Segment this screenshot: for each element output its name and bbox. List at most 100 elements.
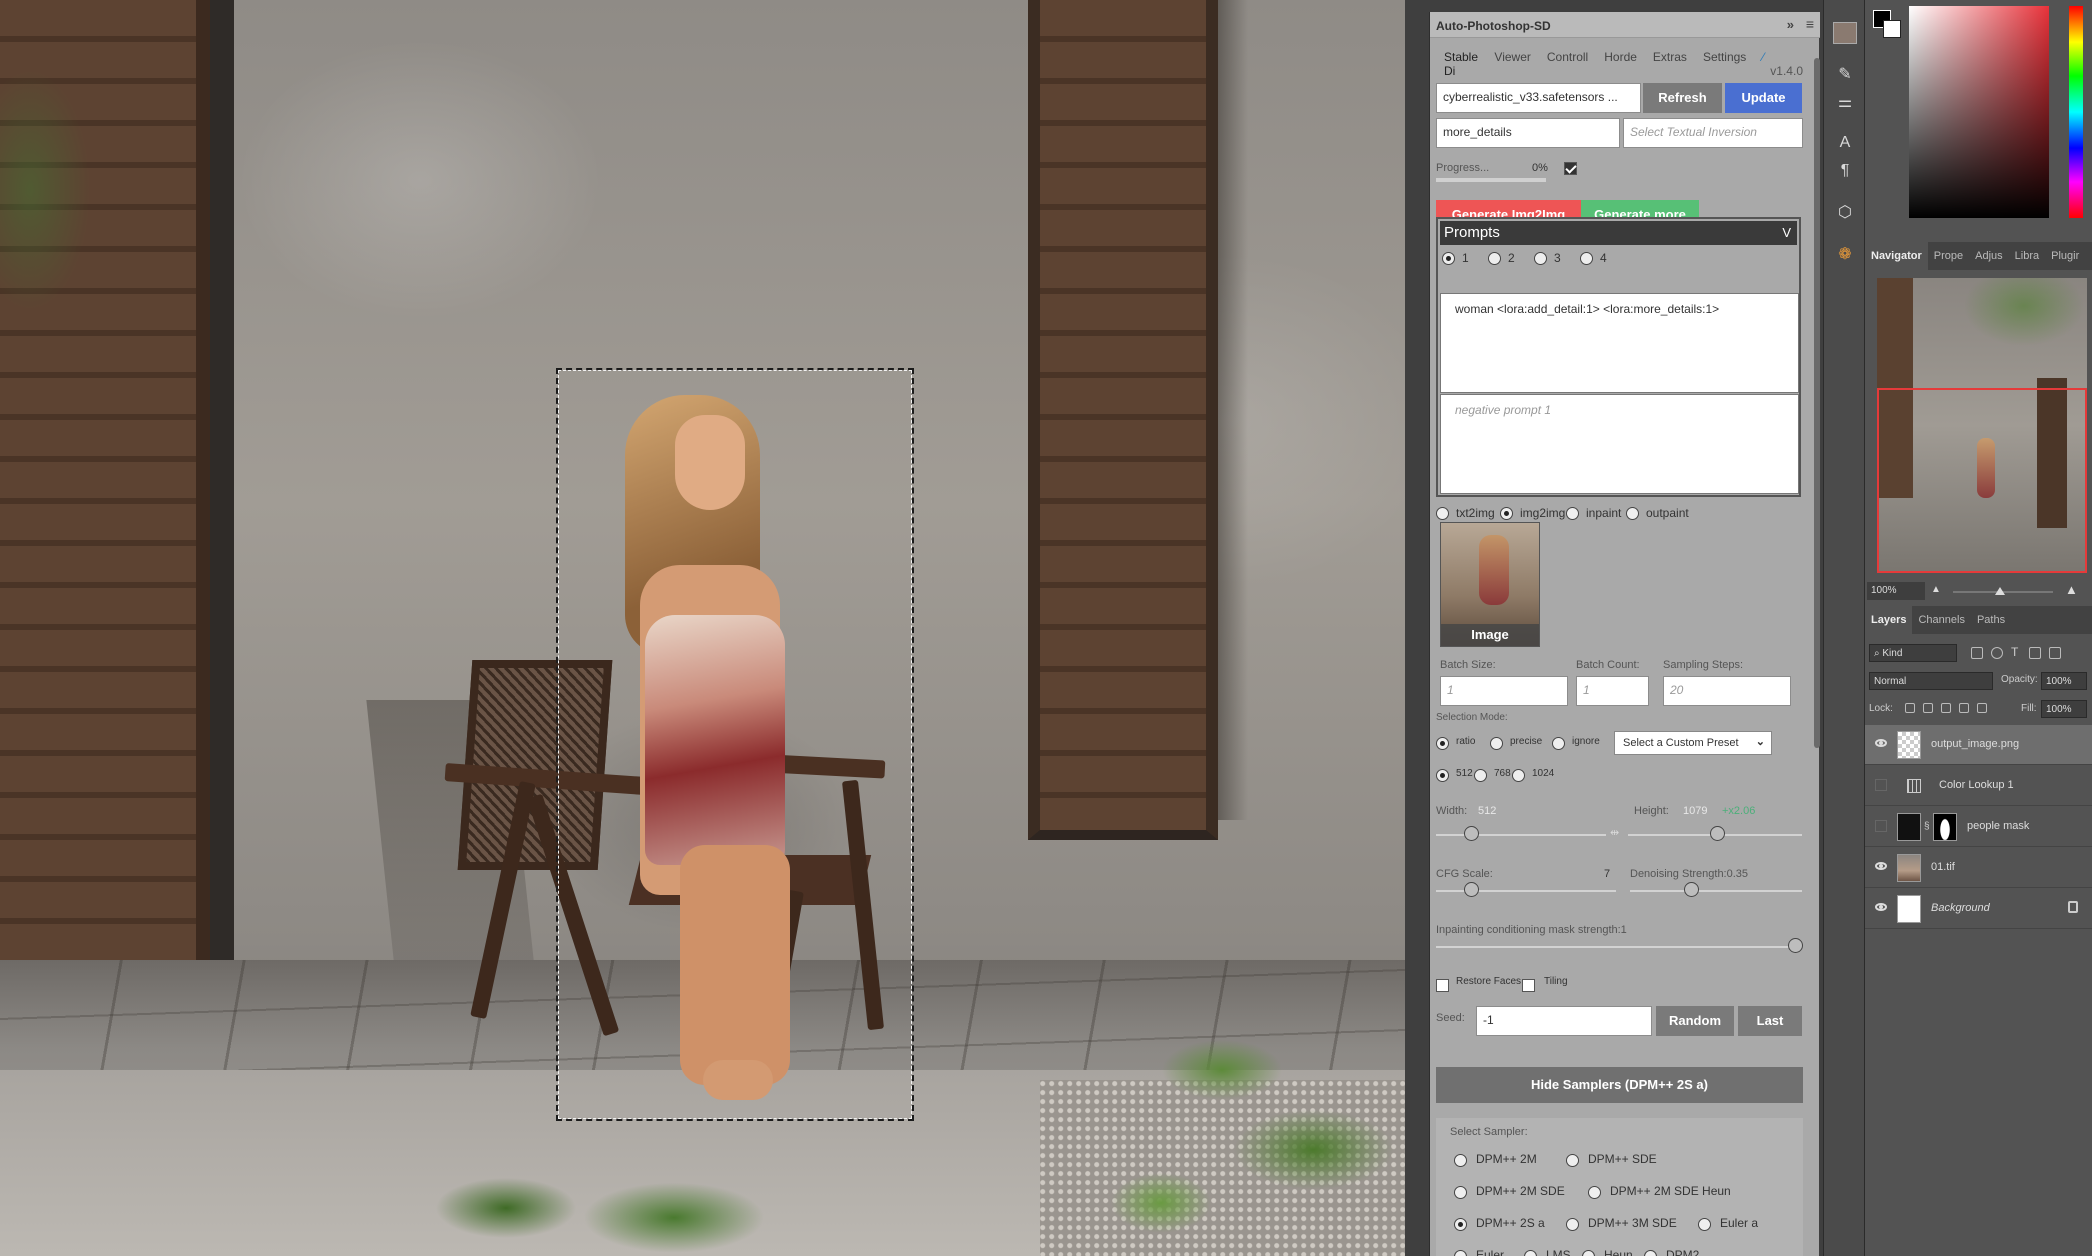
- 3d-cube-icon[interactable]: ⬡: [1833, 202, 1857, 224]
- mode-outpaint-radio[interactable]: [1626, 507, 1639, 520]
- tab-settings[interactable]: Settings: [1695, 46, 1754, 86]
- type-filter-icon[interactable]: T: [2011, 645, 2018, 659]
- lock-all-icon[interactable]: [1977, 703, 1987, 713]
- sampler-dpmpp-3m-sde-radio[interactable]: [1566, 1218, 1579, 1231]
- selection-precise-radio[interactable]: [1490, 737, 1503, 750]
- visibility-empty-box[interactable]: [1875, 779, 1887, 791]
- mask-strength-track[interactable]: [1436, 946, 1796, 948]
- selection-ignore-radio[interactable]: [1552, 737, 1565, 750]
- update-button[interactable]: Update: [1725, 83, 1802, 113]
- sampler-dpmpp-2m-radio[interactable]: [1454, 1154, 1467, 1167]
- zoom-slider-knob[interactable]: [1995, 587, 2005, 595]
- hide-samplers-button[interactable]: Hide Samplers (DPM++ 2S a): [1436, 1067, 1803, 1103]
- link-dimensions-icon[interactable]: ⇹: [1610, 826, 1619, 839]
- sampler-lms-radio[interactable]: [1524, 1250, 1537, 1256]
- custom-preset-select[interactable]: Select a Custom Preset ⌄: [1614, 731, 1772, 755]
- zoom-input[interactable]: 100%: [1867, 582, 1925, 600]
- refresh-button[interactable]: Refresh: [1643, 83, 1722, 113]
- sampler-dpmpp-sde-radio[interactable]: [1566, 1154, 1579, 1167]
- plugin-palette-icon[interactable]: ❁: [1833, 244, 1857, 266]
- panel-menu-icon[interactable]: ≡: [1806, 16, 1814, 32]
- layer-row[interactable]: Color Lookup 1: [1865, 766, 2092, 806]
- prompts-toggle[interactable]: V: [1782, 225, 1791, 240]
- sampling-steps-input[interactable]: 20: [1663, 676, 1791, 706]
- visibility-eye-icon[interactable]: [1875, 862, 1887, 870]
- mode-txt2img-radio[interactable]: [1436, 507, 1449, 520]
- model-select[interactable]: cyberrealistic_v33.safetensors ...: [1436, 83, 1641, 113]
- mode-img2img-radio[interactable]: [1500, 507, 1513, 520]
- lock-transparency-icon[interactable]: [1905, 703, 1915, 713]
- lock-icon[interactable]: [2068, 901, 2078, 913]
- denoise-slider-track[interactable]: [1630, 890, 1802, 892]
- prompt-slot-2-radio[interactable]: [1488, 252, 1501, 265]
- sampler-euler-radio[interactable]: [1454, 1250, 1467, 1256]
- document-canvas[interactable]: [0, 0, 1405, 1256]
- batch-size-input[interactable]: 1: [1440, 676, 1568, 706]
- sampler-heun-radio[interactable]: [1582, 1250, 1595, 1256]
- size-1024-radio[interactable]: [1512, 769, 1525, 782]
- collapse-icon[interactable]: »: [1787, 17, 1794, 32]
- height-slider-knob[interactable]: [1710, 826, 1725, 841]
- fill-input[interactable]: 100%: [2041, 700, 2087, 718]
- layer-row[interactable]: § people mask: [1865, 807, 2092, 847]
- visibility-eye-icon[interactable]: [1875, 739, 1887, 747]
- background-color-swatch[interactable]: [1883, 20, 1901, 38]
- sampler-dpmpp-2m-sde-heun-radio[interactable]: [1588, 1186, 1601, 1199]
- random-seed-button[interactable]: Random: [1656, 1006, 1734, 1036]
- adjustment-filter-icon[interactable]: [1991, 647, 2003, 659]
- hue-slider[interactable]: [2069, 6, 2083, 218]
- layer-kind-filter[interactable]: ⌕ Kind: [1869, 644, 1957, 662]
- tab-properties[interactable]: Prope: [1928, 242, 1969, 270]
- textual-inversion-select[interactable]: Select Textual Inversion: [1623, 118, 1803, 148]
- size-768-radio[interactable]: [1474, 769, 1487, 782]
- layer-row[interactable]: 01.tif: [1865, 848, 2092, 888]
- prompts-header[interactable]: Prompts V: [1440, 221, 1797, 245]
- cfg-slider-knob[interactable]: [1464, 882, 1479, 897]
- tab-viewer[interactable]: Viewer: [1486, 46, 1538, 86]
- tiling-checkbox[interactable]: [1522, 979, 1535, 992]
- tab-controlnet[interactable]: Controll: [1539, 46, 1596, 86]
- chain-link-icon[interactable]: §: [1924, 821, 1930, 832]
- layer-row[interactable]: Background: [1865, 889, 2092, 929]
- cfg-slider-track[interactable]: [1436, 890, 1616, 892]
- lora-select[interactable]: more_details: [1436, 118, 1620, 148]
- tab-adjustments[interactable]: Adjus: [1969, 242, 2009, 270]
- zoom-out-icon[interactable]: ▲: [1931, 584, 1941, 595]
- prompt-slot-4-radio[interactable]: [1580, 252, 1593, 265]
- init-image-thumbnail[interactable]: Image: [1440, 522, 1540, 647]
- prompt-slot-3-radio[interactable]: [1534, 252, 1547, 265]
- tab-stable-diffusion[interactable]: Stable Di: [1436, 46, 1487, 86]
- positive-prompt-textarea[interactable]: woman <lora:add_detail:1> <lora:more_det…: [1440, 293, 1799, 393]
- zoom-in-icon[interactable]: ▲: [2065, 582, 2078, 597]
- tab-libraries[interactable]: Libra: [2009, 242, 2045, 270]
- tab-extras[interactable]: Extras: [1645, 46, 1695, 86]
- marquee-selection[interactable]: [556, 368, 914, 1121]
- layer-row[interactable]: output_image.png: [1865, 725, 2092, 765]
- character-icon[interactable]: A: [1833, 132, 1857, 154]
- tab-navigator[interactable]: Navigator: [1865, 242, 1928, 270]
- opacity-input[interactable]: 100%: [2041, 672, 2087, 690]
- smart-object-filter-icon[interactable]: [2049, 647, 2061, 659]
- color-picker-field[interactable]: [1909, 6, 2049, 218]
- tab-layers[interactable]: Layers: [1865, 606, 1913, 634]
- history-thumbnail-icon[interactable]: [1833, 22, 1857, 44]
- seed-input[interactable]: -1: [1476, 1006, 1652, 1036]
- paragraph-icon[interactable]: ¶: [1833, 160, 1857, 182]
- width-slider-knob[interactable]: [1464, 826, 1479, 841]
- progress-checkbox[interactable]: [1564, 162, 1577, 175]
- shape-filter-icon[interactable]: [2029, 647, 2041, 659]
- mode-inpaint-radio[interactable]: [1566, 507, 1579, 520]
- adjustments-icon[interactable]: ⚌: [1833, 92, 1857, 114]
- restore-faces-checkbox[interactable]: [1436, 979, 1449, 992]
- tab-channels[interactable]: Channels: [1912, 606, 1970, 634]
- sampler-euler-a-radio[interactable]: [1698, 1218, 1711, 1231]
- visibility-eye-icon[interactable]: [1875, 903, 1887, 911]
- lock-pixels-icon[interactable]: [1923, 703, 1933, 713]
- prompt-slot-1-radio[interactable]: [1442, 252, 1455, 265]
- width-slider-track[interactable]: [1436, 834, 1606, 836]
- navigator-view-frame[interactable]: [1877, 388, 2087, 573]
- last-seed-button[interactable]: Last: [1738, 1006, 1802, 1036]
- denoise-slider-knob[interactable]: [1684, 882, 1699, 897]
- pixel-filter-icon[interactable]: [1971, 647, 1983, 659]
- tab-horde[interactable]: Horde: [1596, 46, 1645, 86]
